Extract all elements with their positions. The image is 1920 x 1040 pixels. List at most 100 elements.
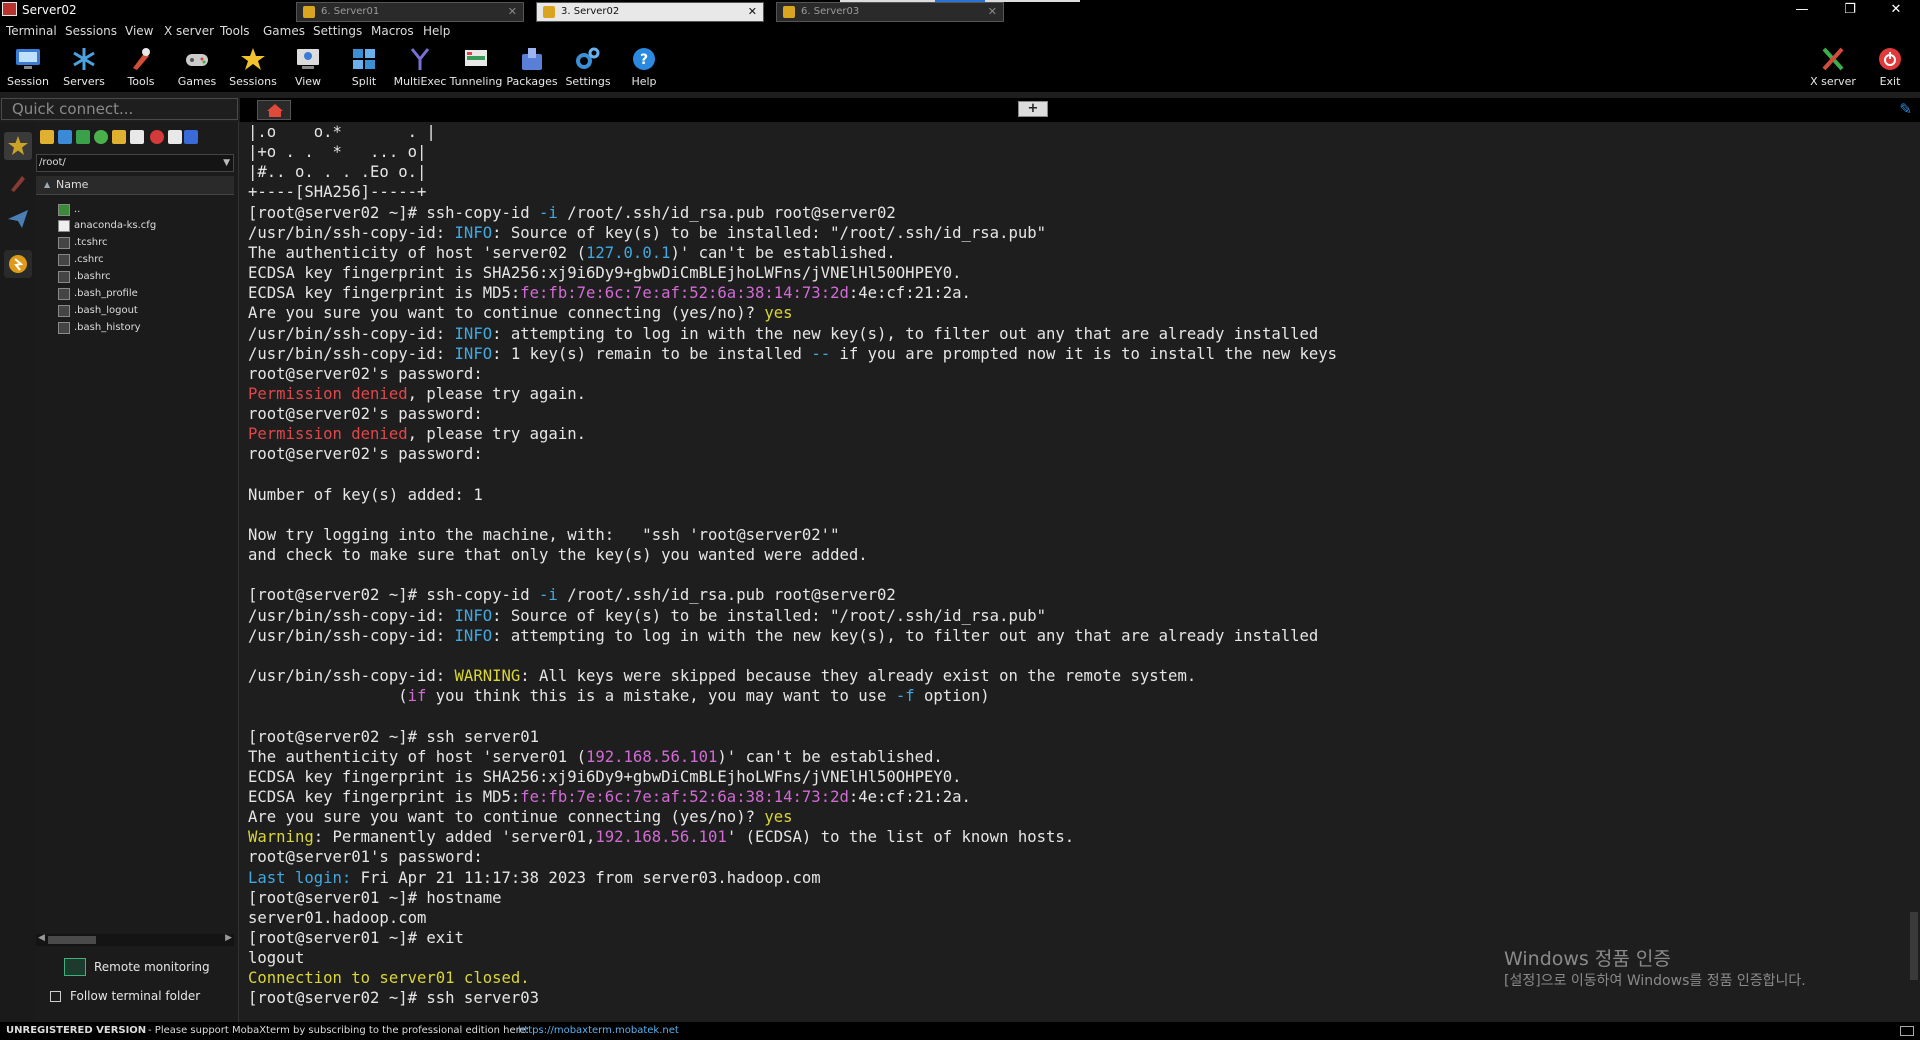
sftp-horizontal-scrollbar[interactable]: ◀ ▶	[36, 933, 234, 946]
paperclip-icon[interactable]: ✎	[1899, 100, 1912, 118]
name-column-header[interactable]: ▲ Name	[36, 176, 234, 195]
menu-sessions[interactable]: Sessions	[65, 24, 117, 38]
monitor-icon	[64, 958, 86, 976]
menu-games[interactable]: Games	[263, 24, 305, 38]
scroll-left-icon[interactable]: ◀	[38, 933, 45, 943]
file-icon	[58, 254, 70, 266]
follow-terminal-folder-toggle[interactable]: Follow terminal folder	[50, 988, 230, 1008]
tools-button[interactable]: Tools	[113, 44, 169, 90]
new-tab-button[interactable]: +	[1018, 101, 1048, 117]
terminal-text: [root@server02 ~]# ssh-copy-id	[248, 203, 540, 222]
chevron-down-icon[interactable]: ▼	[223, 155, 230, 171]
terminal-scrollbar[interactable]	[1906, 122, 1920, 1022]
terminal-line: (if you think this is a mistake, you may…	[248, 686, 990, 706]
servers-button[interactable]: Servers	[56, 44, 112, 90]
terminal-text: :4e:cf:21:2a.	[848, 284, 971, 303]
menu-view[interactable]: View	[125, 24, 153, 38]
tab-close-icon[interactable]: ✕	[748, 3, 757, 21]
terminal-text: , please try again.	[407, 384, 586, 403]
sftp-dock-button[interactable]	[4, 204, 32, 232]
window-title: Server02	[22, 3, 77, 17]
home-tab[interactable]	[257, 100, 291, 120]
view-button[interactable]: View	[280, 44, 336, 90]
home-icon	[267, 104, 283, 117]
rename-icon[interactable]	[168, 130, 182, 144]
quick-connect-input[interactable]: Quick connect...	[1, 98, 238, 120]
mobatek-link[interactable]: https://mobaxterm.mobatek.net	[518, 1022, 679, 1040]
terminal-text: and check to make sure that only the key…	[248, 546, 868, 565]
terminal-line: |#.. o. . . .Eo o.|	[248, 162, 426, 182]
terminal-text: Fri Apr 21 11:17:38 2023 from server03.h…	[351, 868, 821, 887]
new-folder-icon[interactable]	[112, 130, 126, 144]
refresh-icon[interactable]	[94, 130, 108, 144]
menu-xserver[interactable]: X server	[164, 24, 214, 38]
settings-button[interactable]: Settings	[560, 44, 616, 90]
sessions-button[interactable]: Sessions	[225, 44, 281, 90]
tab-server02[interactable]: 3. Server02 ✕	[536, 2, 764, 22]
sessions-dock-button[interactable]	[4, 132, 32, 160]
exit-button[interactable]: Exit	[1862, 44, 1918, 90]
terminal-text: +----[SHA256]-----+	[248, 183, 427, 202]
terminal-text: The authenticity of host 'server01 (	[248, 747, 586, 766]
menu-help[interactable]: Help	[423, 24, 450, 38]
terminal-line: logout	[248, 948, 304, 968]
terminal-line: root@server01's password:	[248, 847, 483, 867]
terminal-text: ECDSA key fingerprint is MD5:	[248, 284, 521, 303]
terminal-text: 192.168.56.101	[585, 747, 718, 766]
menu-tools[interactable]: Tools	[220, 24, 250, 38]
remote-monitoring-button[interactable]: Remote monitoring	[64, 958, 234, 980]
tools-dock-button[interactable]	[4, 168, 32, 196]
terminal-text: logout	[248, 949, 305, 968]
parent-folder-icon[interactable]	[40, 130, 54, 144]
help-button[interactable]: ? Help	[616, 44, 672, 90]
settings-label: Settings	[565, 75, 611, 88]
menu-settings[interactable]: Settings	[313, 24, 362, 38]
tab-server01[interactable]: 6. Server01 ✕	[296, 2, 524, 22]
permissions-icon[interactable]	[184, 130, 198, 144]
tunneling-button[interactable]: Tunneling	[448, 44, 504, 90]
menu-terminal[interactable]: Terminal	[6, 24, 57, 38]
upload-icon[interactable]	[76, 130, 90, 144]
restore-button[interactable]: ❐	[1828, 0, 1872, 20]
unregistered-label: UNREGISTERED VERSION	[6, 1025, 147, 1036]
terminal-line: /usr/bin/ssh-copy-id: WARNING: All keys …	[248, 666, 1196, 686]
packages-label: Packages	[506, 75, 558, 88]
scrollbar-thumb[interactable]	[48, 936, 96, 944]
scrollbar-thumb[interactable]	[1910, 912, 1918, 980]
minimize-button[interactable]: —	[1780, 0, 1824, 20]
games-button[interactable]: Games	[169, 44, 225, 90]
xserver-button[interactable]: X server	[1805, 44, 1861, 90]
terminal-text: |+o . . * ... o|	[248, 143, 427, 162]
remote-monitoring-label: Remote monitoring	[94, 960, 210, 974]
terminal-text: ' (ECDSA) to the list of known hosts.	[726, 828, 1075, 847]
new-file-icon[interactable]	[130, 130, 144, 144]
tab-server03[interactable]: 6. Server03 ✕	[776, 2, 1004, 22]
sftp-path-input[interactable]: /root/ ▼	[36, 154, 234, 172]
terminal-output[interactable]: |.o o.* . | |+o . . * ... o| |#.. o. . . .…	[240, 122, 1906, 1022]
terminal-line: [root@server02 ~]# ssh-copy-id -i /root/…	[248, 585, 896, 605]
multiexec-icon	[410, 48, 430, 70]
multiexec-button[interactable]: MultiExec	[392, 44, 448, 90]
terminal-text: -i	[539, 203, 558, 222]
menu-macros[interactable]: Macros	[371, 24, 414, 38]
packages-button[interactable]: Packages	[504, 44, 560, 90]
tunneling-icon	[465, 50, 487, 66]
xserver-icon	[1822, 47, 1844, 71]
status-window-icon[interactable]	[1900, 1026, 1914, 1036]
tab-close-icon[interactable]: ✕	[988, 3, 997, 21]
send-icon	[8, 210, 28, 228]
parent-folder-icon	[58, 204, 70, 216]
scroll-right-icon[interactable]: ▶	[225, 933, 232, 943]
games-icon	[186, 54, 208, 66]
macros-dock-button[interactable]	[4, 250, 32, 278]
follow-folder-checkbox[interactable]	[50, 991, 61, 1002]
close-button[interactable]: ✕	[1874, 0, 1918, 20]
tab-close-icon[interactable]: ✕	[508, 3, 517, 21]
session-button[interactable]: Session	[0, 44, 56, 90]
download-icon[interactable]	[58, 130, 72, 144]
terminal-text: /root/.ssh/id_rsa.pub root@server02	[557, 586, 896, 605]
terminal-text: you think this is a mistake, you may wan…	[426, 687, 896, 706]
split-button[interactable]: Split	[336, 44, 392, 90]
view-icon	[297, 49, 319, 69]
delete-icon[interactable]	[150, 130, 164, 144]
